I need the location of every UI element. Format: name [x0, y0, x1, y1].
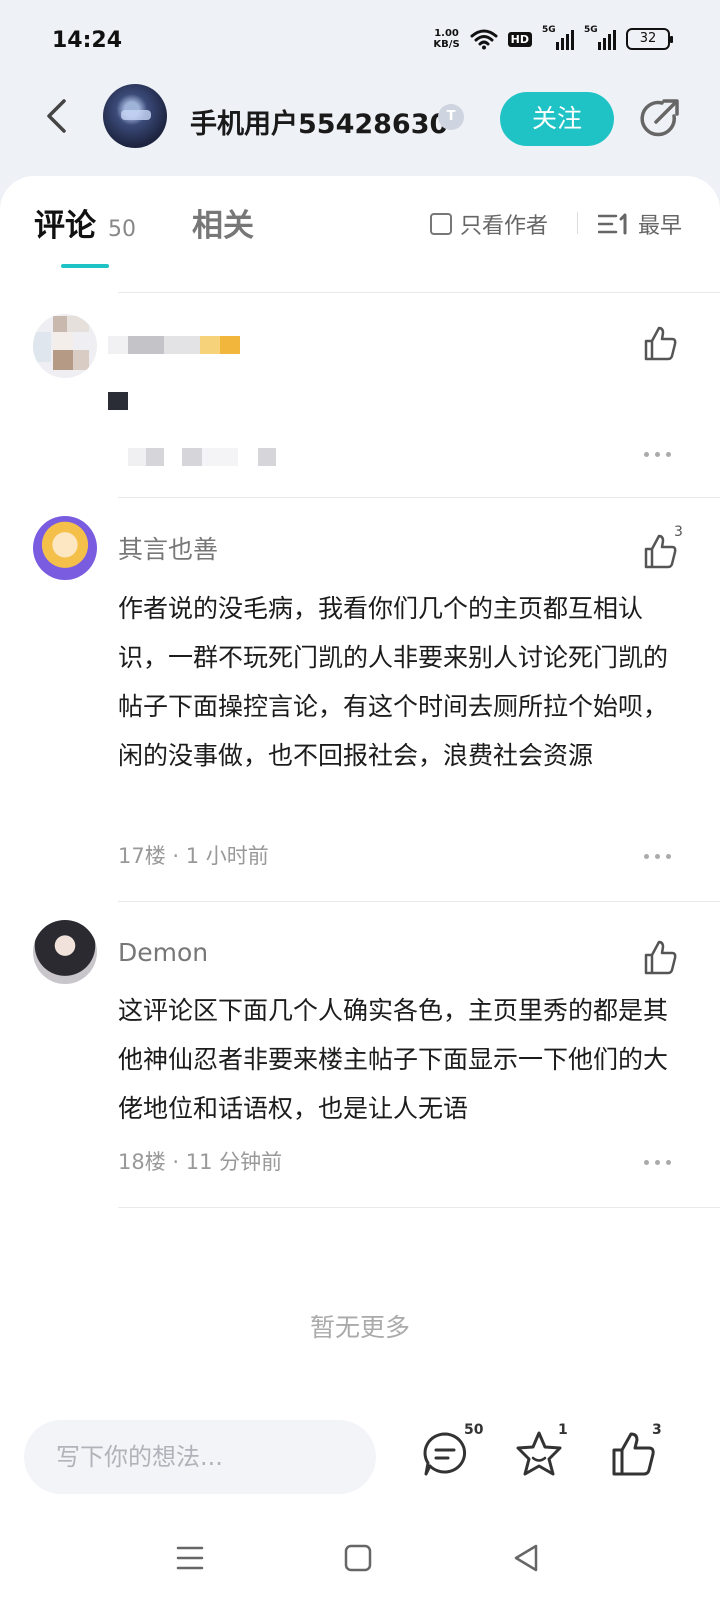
- like-count: 3: [652, 1422, 662, 1438]
- status-time: 14:24: [52, 28, 123, 53]
- follow-button[interactable]: 关注: [500, 92, 614, 146]
- system-navigation-bar: [0, 1508, 720, 1608]
- share-icon: [640, 99, 679, 137]
- commenter-name[interactable]: Demon: [118, 938, 208, 967]
- redacted-body: [108, 392, 128, 410]
- network-speed-value: 1.00: [434, 28, 459, 39]
- sort-button[interactable]: 最早: [598, 208, 682, 240]
- redacted-name-part: [128, 336, 164, 354]
- tab-related[interactable]: 相关: [192, 200, 254, 245]
- tab-comments-label: 评论: [34, 208, 96, 244]
- sort-icon: [598, 213, 627, 235]
- commenter-avatar[interactable]: [33, 920, 97, 984]
- comment-body: 作者说的没毛病，我看你们几个的主页都互相认识，一群不玩死门凯的人非要来别人讨论死…: [118, 594, 669, 770]
- comment-item: Demon 这评论区下面几个人确实各色，主页里秀的都是其他神仙忍者非要来楼主帖子…: [0, 902, 720, 1208]
- commenter-avatar[interactable]: [33, 314, 97, 378]
- no-more-label: 暂无更多: [309, 1313, 410, 1342]
- redacted-meta: [128, 448, 146, 466]
- chevron-left-icon: [47, 99, 66, 133]
- redacted-name-part: [220, 336, 240, 354]
- thumbs-up-icon[interactable]: [640, 938, 680, 978]
- more-options-button[interactable]: [644, 1160, 671, 1165]
- comment-body: 这评论区下面几个人确实各色，主页里秀的都是其他神仙忍者非要来楼主帖子下面显示一下…: [118, 996, 669, 1123]
- comments-card: 评论 50 相关 只看作者 最早 其言也善 3 作者说的没毛病，我看你们几个的主…: [0, 176, 720, 1398]
- redacted-meta-part: [258, 448, 276, 466]
- signal-type-label-2: 5G: [584, 25, 598, 35]
- comment-meta: 17楼 · 1 小时前: [118, 844, 269, 868]
- menu-icon[interactable]: [170, 1538, 210, 1578]
- redacted-name-part: [200, 336, 220, 354]
- redacted-meta-part: [202, 448, 238, 466]
- filter-divider: [577, 212, 578, 234]
- comment-tabs: 评论 50 相关 只看作者 最早: [0, 176, 720, 296]
- signal-icon: 5G: [542, 25, 574, 50]
- hd-voice-badge: HD: [507, 31, 532, 47]
- more-options-button[interactable]: [644, 452, 671, 457]
- commenter-avatar[interactable]: [33, 516, 97, 580]
- more-options-button[interactable]: [644, 854, 671, 859]
- comment-item: 其言也善 3 作者说的没毛病，我看你们几个的主页都互相认识，一群不玩死门凯的人非…: [0, 498, 720, 901]
- author-avatar[interactable]: [103, 84, 167, 148]
- redacted-name: [108, 336, 128, 354]
- tab-comments[interactable]: 评论 50: [34, 200, 136, 245]
- redacted-name-part: [164, 336, 200, 354]
- commenter-name[interactable]: 其言也善: [118, 530, 218, 566]
- sort-label: 最早: [638, 214, 683, 239]
- status-bar: 14:24 1.00 KB/S HD 5G 5G 32: [0, 0, 720, 84]
- author-only-checkbox[interactable]: [430, 213, 452, 235]
- comment-count: 50: [464, 1422, 484, 1438]
- signal-type-label: 5G: [542, 25, 556, 35]
- signal-icon-2: 5G: [584, 25, 616, 50]
- favorite-count: 1: [558, 1422, 568, 1438]
- network-speed: 1.00 KB/S: [433, 28, 459, 50]
- author-username[interactable]: 手机用户55428630: [190, 102, 448, 141]
- level-badge: T: [438, 104, 464, 130]
- home-icon[interactable]: [338, 1538, 378, 1578]
- redacted-meta-part: [182, 448, 202, 466]
- network-speed-unit: KB/S: [433, 39, 460, 50]
- post-header: 手机用户55428630 T 关注: [0, 84, 720, 174]
- status-icons: 1.00 KB/S HD 5G 5G 32: [433, 25, 673, 50]
- tab-comments-count: 50: [108, 217, 136, 242]
- comment-item-blurred: [0, 292, 720, 498]
- separator: [118, 1207, 720, 1208]
- wifi-icon: [470, 29, 498, 50]
- bottom-action-bar: 写下你的想法... 50 1 3: [0, 1398, 720, 1508]
- active-tab-indicator: [61, 264, 109, 268]
- comment-input[interactable]: 写下你的想法...: [24, 1420, 376, 1494]
- back-button[interactable]: [36, 96, 76, 136]
- comment-meta: 18楼 · 11 分钟前: [118, 1150, 283, 1174]
- redacted-meta-part: [146, 448, 164, 466]
- battery-icon: 32: [626, 28, 673, 50]
- thumbs-up-icon[interactable]: [640, 324, 680, 364]
- author-only-label: 只看作者: [460, 214, 549, 239]
- comment-like-count: 3: [674, 524, 683, 540]
- share-button[interactable]: [634, 94, 684, 144]
- author-only-toggle[interactable]: 只看作者: [430, 208, 548, 240]
- back-triangle-icon[interactable]: [506, 1538, 546, 1578]
